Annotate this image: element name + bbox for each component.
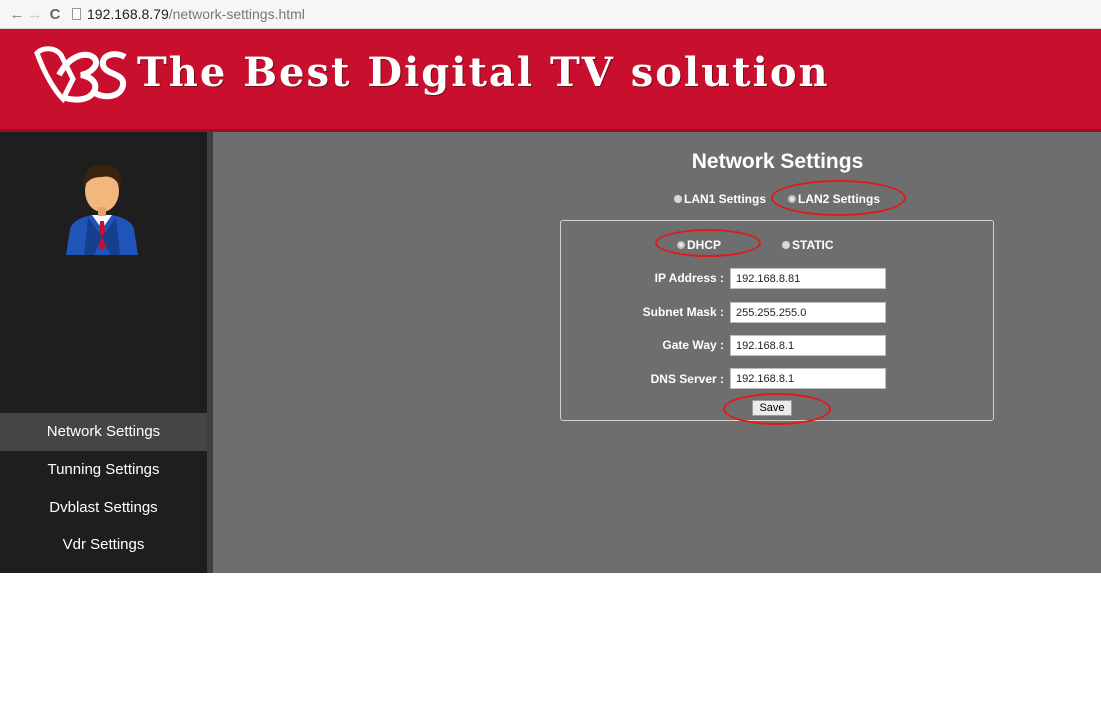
ip-address-label: IP Address : bbox=[654, 271, 724, 285]
dns-server-field[interactable] bbox=[730, 368, 886, 389]
lan2-settings-radio[interactable]: LAN2 Settings bbox=[788, 192, 880, 206]
url-host: 192.168.8.79 bbox=[87, 6, 169, 22]
url-path: /network-settings.html bbox=[168, 6, 305, 22]
brand-logo-icon bbox=[34, 46, 127, 104]
subnet-mask-label: Subnet Mask : bbox=[642, 305, 724, 319]
lan1-settings-radio[interactable]: LAN1 Settings bbox=[674, 192, 766, 206]
sidebar-item-network-settings[interactable]: Network Settings bbox=[0, 413, 207, 451]
dhcp-radio[interactable]: DHCP bbox=[677, 238, 721, 252]
radio-checked-icon bbox=[788, 195, 796, 203]
gate-way-field[interactable] bbox=[730, 335, 886, 356]
sidebar-item-tvheadend-guide[interactable]: Tvheadend Guide bbox=[0, 640, 207, 678]
sidebar-item-tunning-settings[interactable]: Tunning Settings bbox=[0, 451, 207, 489]
static-radio[interactable]: STATIC bbox=[782, 238, 834, 252]
save-button[interactable]: Save bbox=[752, 400, 792, 416]
radio-unchecked-icon bbox=[674, 195, 682, 203]
banner-slogan: The Best Digital TV solution bbox=[137, 49, 830, 96]
lan1-settings-label: LAN1 Settings bbox=[684, 192, 767, 206]
page-title: Network Settings bbox=[691, 150, 864, 173]
static-label: STATIC bbox=[792, 238, 834, 252]
sidebar-item-vdr-settings[interactable]: Vdr Settings bbox=[0, 526, 207, 564]
radio-unchecked-icon bbox=[782, 241, 790, 249]
gate-way-label: Gate Way : bbox=[662, 338, 724, 352]
sidebar-item-dvblast-settings[interactable]: Dvblast Settings bbox=[0, 489, 207, 527]
reload-icon[interactable]: C bbox=[46, 6, 64, 23]
sidebar-menu: Network Settings Tunning Settings Dvblas… bbox=[0, 413, 207, 715]
header-banner: The Best Digital TV solution bbox=[0, 29, 1101, 132]
user-avatar-icon bbox=[66, 164, 138, 255]
sidebar-item-options[interactable]: Options bbox=[0, 564, 207, 602]
back-arrow-icon[interactable]: ← bbox=[8, 6, 26, 23]
page-icon bbox=[72, 8, 81, 20]
radio-checked-icon bbox=[677, 241, 685, 249]
sidebar-item-about[interactable]: About bbox=[0, 678, 207, 715]
dns-server-label: DNS Server : bbox=[650, 372, 724, 386]
address-bar[interactable]: 192.168.8.79/network-settings.html bbox=[72, 6, 305, 22]
lan2-settings-label: LAN2 Settings bbox=[798, 192, 881, 206]
dhcp-label: DHCP bbox=[687, 238, 722, 252]
forward-arrow-icon[interactable]: → bbox=[26, 6, 44, 23]
sidebar-item-update[interactable]: Update bbox=[0, 602, 207, 640]
ip-address-field[interactable] bbox=[730, 268, 886, 289]
browser-toolbar: ← → C 192.168.8.79/network-settings.html bbox=[0, 0, 1101, 29]
subnet-mask-field[interactable] bbox=[730, 302, 886, 323]
sidebar: Network Settings Tunning Settings Dvblas… bbox=[0, 132, 207, 705]
